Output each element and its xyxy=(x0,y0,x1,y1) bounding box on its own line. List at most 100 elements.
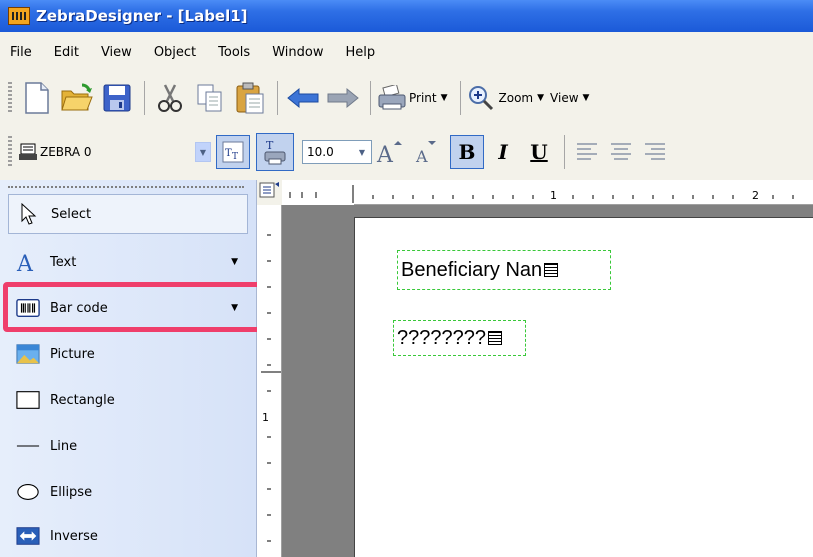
zoom-magnifier-icon xyxy=(468,86,493,111)
horizontal-ruler: 1 2 xyxy=(282,180,813,205)
tool-label: Inverse xyxy=(50,528,98,544)
label-text-object[interactable]: Beneficiary Nan xyxy=(397,250,611,290)
view-label: View xyxy=(550,91,579,105)
toolbox-panel: Select A Text ▼ Bar code ▼ Picture Recta… xyxy=(0,180,257,557)
tool-label: Rectangle xyxy=(50,392,115,408)
toolbar-separator xyxy=(564,135,565,169)
menu-window[interactable]: Window xyxy=(272,45,323,60)
toolbar-separator xyxy=(459,81,461,115)
cursor-arrow-icon xyxy=(17,202,41,226)
print-button[interactable]: Print ▼ xyxy=(377,85,448,111)
toolbar-grip[interactable] xyxy=(8,82,12,114)
menu-object[interactable]: Object xyxy=(154,45,196,60)
truetype-font-button[interactable]: T T xyxy=(216,135,250,169)
text-object-content: Beneficiary Nan xyxy=(401,258,543,281)
printer-font-marker-icon xyxy=(487,331,502,345)
text-a-icon: A xyxy=(16,250,40,274)
paste-button[interactable] xyxy=(231,79,269,117)
tool-line[interactable]: Line xyxy=(8,426,248,466)
toolbar-grip[interactable] xyxy=(8,136,12,168)
copy-button[interactable] xyxy=(191,79,229,117)
align-right-icon xyxy=(645,143,665,160)
toolbar-separator xyxy=(370,81,371,115)
font-size-select[interactable]: 10.0 ▼ xyxy=(302,140,372,164)
toolbar-separator xyxy=(144,81,145,115)
shrink-font-button[interactable]: A xyxy=(408,133,442,171)
bold-button[interactable]: B xyxy=(450,135,484,169)
undo-button[interactable] xyxy=(284,79,322,117)
tool-text[interactable]: A Text ▼ xyxy=(8,242,248,282)
copy-icon xyxy=(197,84,222,112)
printer-icon xyxy=(378,85,406,110)
align-center-button[interactable] xyxy=(605,133,637,171)
view-button[interactable]: View ▼ xyxy=(550,91,589,105)
chevron-down-icon[interactable]: ▼ xyxy=(354,142,370,162)
svg-text:A: A xyxy=(415,147,428,166)
chevron-down-icon[interactable]: ▼ xyxy=(231,257,238,267)
ruler-mark-1: 1 xyxy=(550,189,557,202)
tool-label: Picture xyxy=(50,346,95,362)
chevron-down-icon[interactable]: ▼ xyxy=(537,93,544,103)
panel-grip[interactable] xyxy=(8,186,244,194)
svg-text:A: A xyxy=(376,143,394,166)
increase-font-icon: A xyxy=(376,141,402,166)
print-label: Print xyxy=(409,91,437,105)
new-button[interactable] xyxy=(18,79,56,117)
tool-rectangle[interactable]: Rectangle xyxy=(8,380,248,420)
tool-label: Line xyxy=(50,438,78,454)
save-disk-icon xyxy=(103,84,131,112)
picture-icon xyxy=(16,342,40,366)
svg-text:A: A xyxy=(16,252,34,274)
underline-button[interactable]: U xyxy=(522,133,556,171)
printer-small-icon xyxy=(19,143,37,160)
standard-toolbar: Print ▼ Zoom ▼ View ▼ xyxy=(0,72,813,124)
inverse-icon xyxy=(16,524,40,548)
menu-view[interactable]: View xyxy=(101,45,132,60)
decrease-font-icon: A xyxy=(415,141,436,166)
align-right-button[interactable] xyxy=(639,133,671,171)
save-button[interactable] xyxy=(98,79,136,117)
printer-font-button[interactable]: T xyxy=(256,133,294,171)
tool-picture[interactable]: Picture xyxy=(8,334,248,374)
paste-clipboard-icon xyxy=(236,82,264,114)
ruler-corner[interactable] xyxy=(257,180,282,205)
printer-value: ZEBRA 0 xyxy=(40,145,92,159)
vertical-ruler: 1 xyxy=(257,205,282,557)
svg-text:T: T xyxy=(266,139,274,152)
printer-select[interactable]: ZEBRA 0 ▼ xyxy=(18,140,212,164)
chevron-down-icon[interactable]: ▼ xyxy=(583,93,590,103)
title-bar: ZebraDesigner - [Label1] xyxy=(0,0,813,32)
barcode-highlight-box xyxy=(3,282,265,332)
grow-font-button[interactable]: A xyxy=(372,133,406,171)
zebra-app-icon xyxy=(8,7,30,25)
menu-help[interactable]: Help xyxy=(345,45,375,60)
menu-edit[interactable]: Edit xyxy=(54,45,79,60)
tool-label: Select xyxy=(51,206,92,222)
ruler-mark-v1: 1 xyxy=(262,411,269,424)
formatting-toolbar: ZEBRA 0 ▼ T T T 10.0 ▼ A A B I U xyxy=(0,124,813,180)
chevron-down-icon[interactable]: ▼ xyxy=(441,93,448,103)
new-document-icon xyxy=(25,82,49,114)
cut-button[interactable] xyxy=(151,79,189,117)
undo-arrow-icon xyxy=(287,87,319,109)
toolbar-separator xyxy=(277,81,278,115)
open-folder-icon xyxy=(61,83,93,111)
scissors-icon xyxy=(158,84,182,112)
align-center-icon xyxy=(611,143,631,160)
tool-inverse[interactable]: Inverse xyxy=(8,516,248,556)
svg-text:T: T xyxy=(225,148,232,159)
align-left-button[interactable] xyxy=(571,133,603,171)
chevron-down-icon[interactable]: ▼ xyxy=(195,142,211,162)
label-text-object[interactable]: ???????? xyxy=(393,320,526,356)
tool-ellipse[interactable]: Ellipse xyxy=(8,472,248,512)
menu-file[interactable]: File xyxy=(10,45,32,60)
italic-button[interactable]: I xyxy=(486,133,520,171)
redo-button[interactable] xyxy=(324,79,362,117)
zoom-button[interactable]: Zoom ▼ xyxy=(467,84,544,112)
svg-text:T: T xyxy=(232,152,238,162)
tool-select[interactable]: Select xyxy=(8,194,248,234)
menu-tools[interactable]: Tools xyxy=(218,45,250,60)
text-object-content: ???????? xyxy=(397,326,486,349)
redo-arrow-icon xyxy=(327,87,359,109)
open-button[interactable] xyxy=(58,79,96,117)
